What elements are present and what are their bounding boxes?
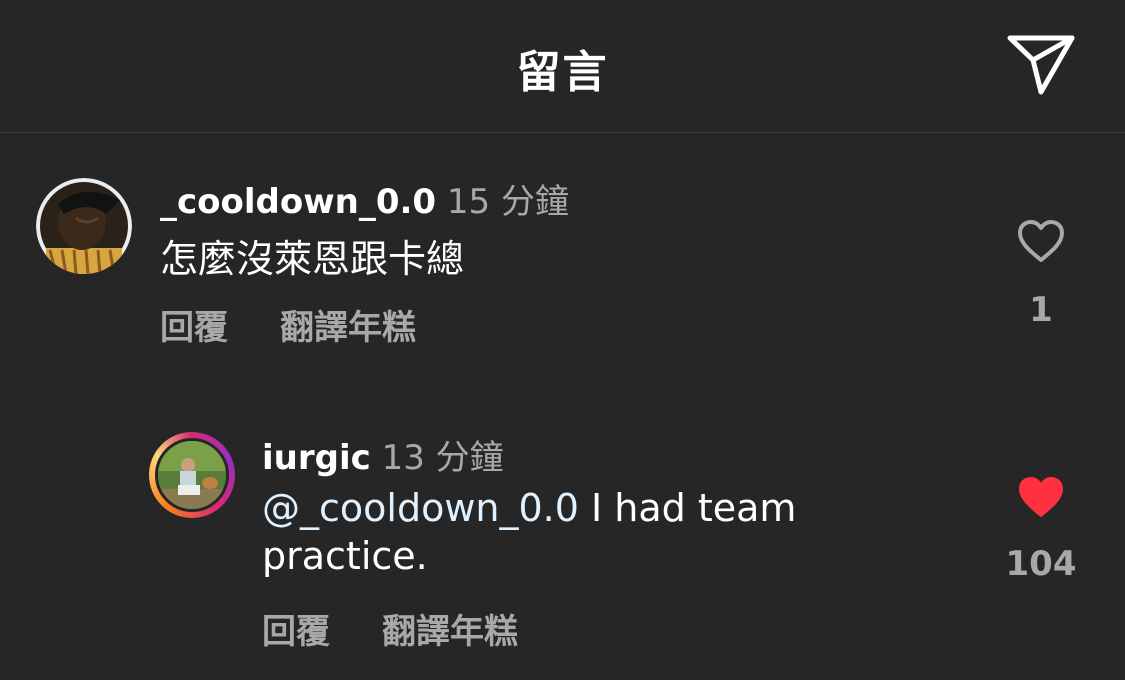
reply-button[interactable]: 回覆 xyxy=(160,300,228,349)
comment-text: 怎麼沒萊恩跟卡總 xyxy=(160,237,465,281)
header-bar: 留言 xyxy=(0,0,1125,133)
comment-header: iurgic 13 分鐘 xyxy=(262,430,504,479)
comment-actions: 回覆 翻譯年糕 xyxy=(160,300,416,349)
translate-button[interactable]: 翻譯年糕 xyxy=(280,300,416,349)
comment-actions: 回覆 翻譯年糕 xyxy=(262,604,518,653)
mention-link[interactable]: @_cooldown_0.0 xyxy=(262,486,579,530)
like-count: 104 xyxy=(1005,544,1077,584)
comment-username[interactable]: _cooldown_0.0 xyxy=(160,182,436,222)
like-count: 1 xyxy=(1029,290,1053,330)
avatar[interactable] xyxy=(36,178,132,274)
share-button[interactable] xyxy=(1004,32,1078,98)
comments-page: 留言 _cooldown_0.0 15 分鐘 怎麼沒萊恩跟卡總 回覆翻譯年糕 xyxy=(0,0,1125,680)
comment-username[interactable]: iurgic xyxy=(262,438,371,478)
avatar[interactable] xyxy=(155,438,229,512)
comment-text: @_cooldown_0.0 I had team practice. xyxy=(262,484,862,580)
paper-plane-icon xyxy=(1007,35,1075,95)
translate-button[interactable]: 翻譯年糕 xyxy=(382,604,518,653)
comment-timestamp: 15 分鐘 xyxy=(446,182,569,222)
page-title: 留言 xyxy=(516,47,609,98)
heart-filled-icon xyxy=(1019,477,1063,517)
avatar-image xyxy=(158,441,226,509)
comment-header: _cooldown_0.0 15 分鐘 xyxy=(160,174,569,223)
like-button[interactable] xyxy=(1016,474,1066,520)
avatar-image xyxy=(36,178,132,274)
reply-button[interactable]: 回覆 xyxy=(262,604,330,653)
comment-timestamp: 13 分鐘 xyxy=(381,438,504,478)
like-button[interactable] xyxy=(1016,218,1066,264)
heart-outline-icon xyxy=(1018,220,1064,262)
